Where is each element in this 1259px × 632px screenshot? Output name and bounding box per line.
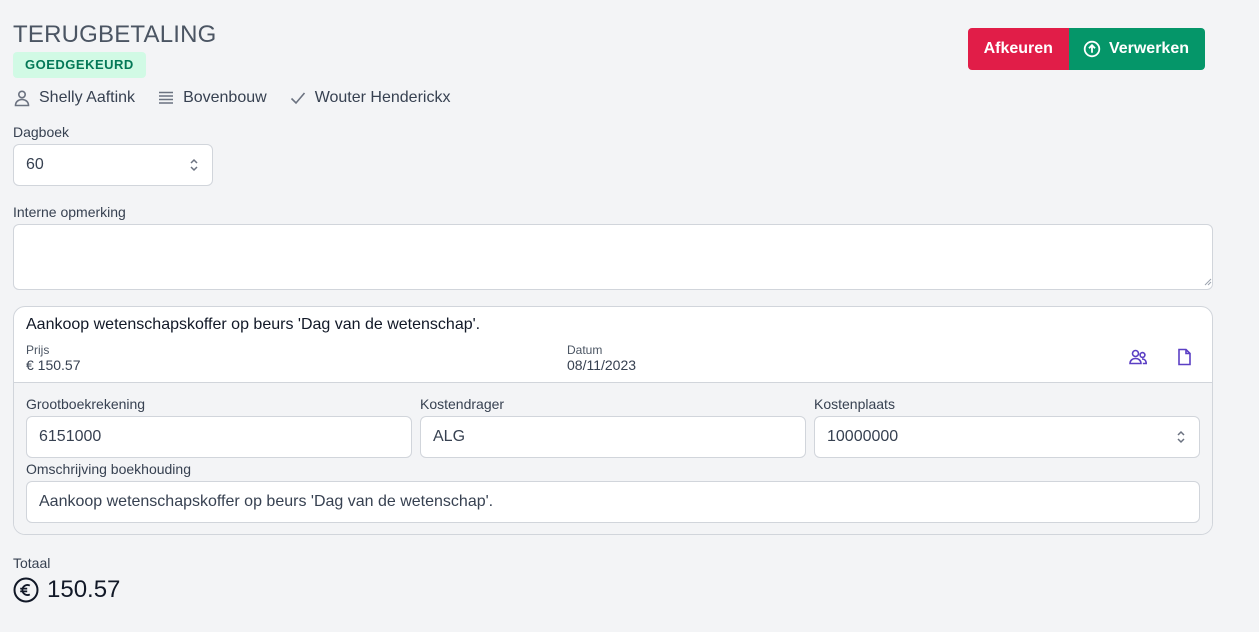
internal-note-textarea[interactable] [13,224,1213,290]
cost-center-field: Kostenplaats 10000000 [814,395,1200,458]
ledger-label: Grootboekrekening [26,396,146,412]
expense-card-icons [1128,347,1194,367]
requester-name: Shelly Aaftink [39,89,136,106]
total-row: 150.57 [13,576,1213,604]
expense-card: Aankoop wetenschapskoffer op beurs 'Dag … [13,306,1213,535]
ledger-field: Grootboekrekening 6151000 [26,395,412,458]
resize-handle-icon[interactable] [1204,278,1212,286]
process-button[interactable]: Verwerken [1068,28,1205,70]
total-label: Totaal [13,555,51,571]
journal-value: 60 [26,156,44,173]
accounting-desc-value: Aankoop wetenschapskoffer op beurs 'Dag … [39,493,494,510]
requester: Shelly Aaftink [13,89,135,107]
price-label: Prijs [26,343,50,357]
refund-detail-page: TERUGBETALING GOEDGEKEURD Shelly Aaftink… [13,20,1213,604]
accounting-fields: Grootboekrekening 6151000 Kostendrager A… [26,395,1200,458]
cost-center-value: 10000000 [827,428,899,445]
expense-card-body: Grootboekrekening 6151000 Kostendrager A… [14,383,1212,534]
total-block: Totaal 150.57 [13,554,1213,604]
cost-center-label: Kostenplaats [814,396,895,412]
ledger-input[interactable]: 6151000 [26,416,412,458]
status-badge: GOEDGEKEURD [13,52,146,78]
reject-button[interactable]: Afkeuren [967,28,1069,70]
department: Bovenbouw [157,89,267,107]
arrow-up-circle-icon [1083,40,1101,58]
chevron-up-down-icon [1177,430,1185,444]
expense-date: Datum 08/11/2023 [567,343,636,373]
price-value: € 150.57 [26,357,81,373]
cost-carrier-label: Kostendrager [420,396,505,412]
cost-carrier-input[interactable]: ALG [420,416,806,458]
expense-price: Prijs € 150.57 [26,343,567,373]
date-value: 08/11/2023 [567,357,637,373]
cost-carrier-field: Kostendrager ALG [420,395,806,458]
check-icon [290,92,305,105]
process-button-label: Verwerken [1108,40,1189,57]
cost-center-select[interactable]: 10000000 [814,416,1200,458]
accounting-desc-input[interactable]: Aankoop wetenschapskoffer op beurs 'Dag … [26,481,1200,523]
expense-card-header: Aankoop wetenschapskoffer op beurs 'Dag … [14,307,1212,383]
users-icon[interactable] [1128,347,1148,367]
chevron-up-down-icon [190,158,198,172]
meta-row: Shelly Aaftink Bovenbouw Wouter Henderic… [13,86,1213,110]
journal-label: Dagboek [13,124,70,140]
department-name: Bovenbouw [183,89,267,106]
ledger-value: 6151000 [39,428,102,445]
expense-description: Aankoop wetenschapskoffer op beurs 'Dag … [26,316,481,333]
user-icon [14,90,30,107]
approver: Wouter Henderickx [289,89,451,107]
approver-name: Wouter Henderickx [314,89,451,106]
internal-note-field: Interne opmerking [13,203,1213,290]
action-buttons: Afkeuren Verwerken [967,28,1205,70]
euro-icon [13,577,39,603]
list-icon [159,91,174,104]
internal-note-label: Interne opmerking [13,204,126,220]
accounting-desc-field: Omschrijving boekhouding Aankoop wetensc… [26,460,1200,523]
journal-field: Dagboek 60 [13,123,1213,186]
total-value: 150.57 [47,576,121,603]
accounting-desc-label: Omschrijving boekhouding [26,461,191,477]
document-icon[interactable] [1174,347,1194,367]
date-label: Datum [567,343,603,357]
cost-carrier-value: ALG [433,428,466,445]
journal-select[interactable]: 60 [13,144,213,186]
expense-meta: Prijs € 150.57 Datum 08/11/2023 [26,343,1200,373]
